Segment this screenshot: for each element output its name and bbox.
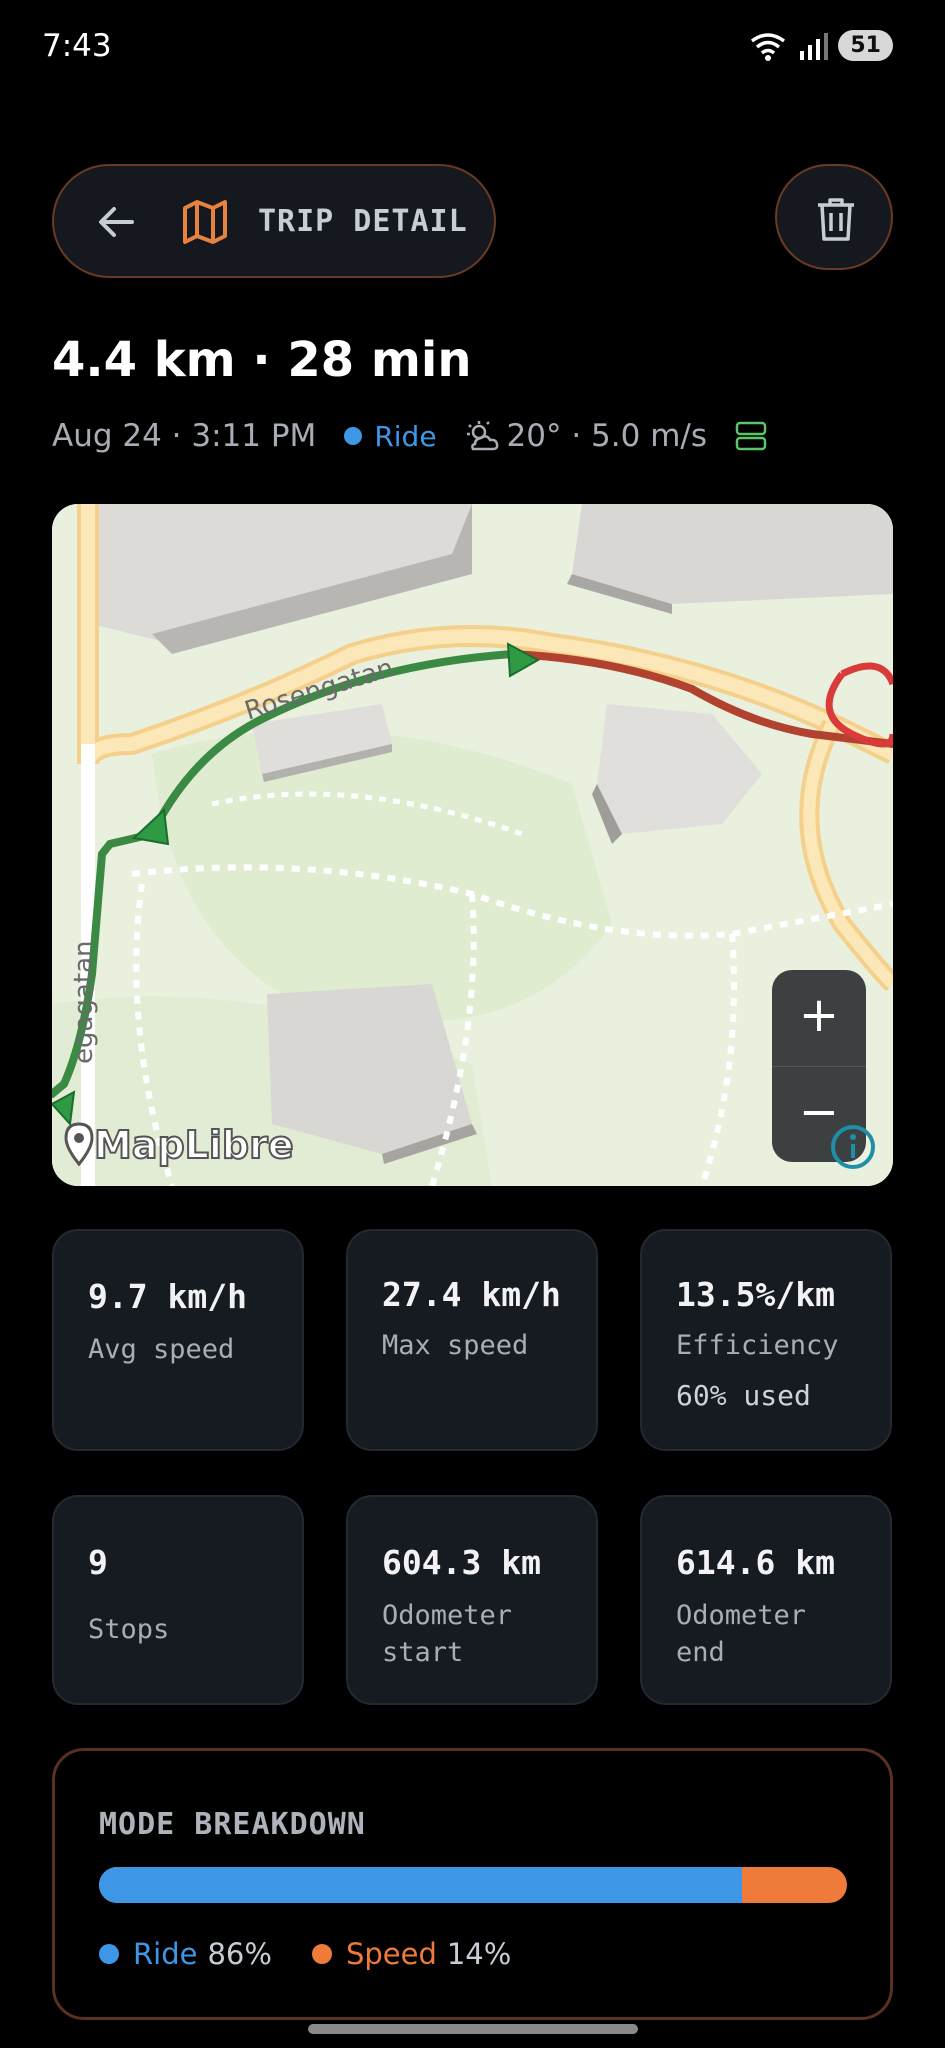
trip-date-time: Aug 24 · 3:11 PM xyxy=(52,418,317,454)
delete-trip-button[interactable] xyxy=(775,164,893,270)
stat-value: 9 xyxy=(88,1543,108,1582)
ride-legend-label: Ride xyxy=(133,1937,198,1971)
stat-card-avg-speed: 9.7 km/h Avg speed xyxy=(52,1229,304,1451)
battery-indicator: 51 xyxy=(838,30,893,61)
stat-card-stops: 9 Stops xyxy=(52,1495,304,1705)
stat-card-odometer-end: 614.6 km Odometer end xyxy=(640,1495,892,1705)
ride-mode-dot xyxy=(344,427,363,445)
stat-card-odometer-start: 604.3 km Odometer start xyxy=(346,1495,598,1705)
mode-breakdown-bar xyxy=(99,1867,847,1903)
stat-value: 614.6 km xyxy=(676,1543,835,1582)
stat-value: 9.7 km/h xyxy=(88,1277,247,1316)
trip-mode-label: Ride xyxy=(374,419,437,453)
arrow-left-icon[interactable] xyxy=(94,200,138,244)
speed-legend-pct: 14% xyxy=(446,1937,512,1971)
stat-label: Odometer start xyxy=(382,1600,513,1668)
zoom-in-button[interactable]: + xyxy=(772,970,866,1064)
home-indicator[interactable] xyxy=(308,2024,638,2034)
mode-breakdown-card: MODE BREAKDOWN Ride 86% Speed 14% xyxy=(52,1748,893,2020)
stat-label: Stops xyxy=(88,1614,170,1645)
stat-value: 604.3 km xyxy=(382,1543,541,1582)
ride-legend-dot xyxy=(99,1944,119,1964)
stat-label: Odometer end xyxy=(676,1600,807,1668)
status-time: 7:43 xyxy=(42,28,112,64)
page-title: TRIP DETAIL xyxy=(258,204,468,239)
speed-legend-dot xyxy=(311,1944,332,1964)
signal-icon xyxy=(800,32,829,60)
stat-value: 27.4 km/h xyxy=(382,1275,561,1314)
maplibre-attribution: MapLibre xyxy=(93,1122,295,1168)
status-bar: 7:43 51 xyxy=(0,0,945,95)
trip-map[interactable]: Rosengatan egagatan + − MapLibre xyxy=(52,504,893,1186)
wifi-icon xyxy=(751,32,786,61)
street-label-egagatan: egagatan xyxy=(69,941,99,1064)
maplibre-logo: MapLibre xyxy=(64,1122,295,1168)
mode-breakdown-title: MODE BREAKDOWN xyxy=(99,1807,366,1842)
stat-card-efficiency: 13.5%/km Efficiency 60% used xyxy=(640,1229,892,1451)
weather-text: 20° · 5.0 m/s xyxy=(506,418,708,454)
partly-cloudy-icon xyxy=(466,421,498,451)
trip-detail-header: TRIP DETAIL xyxy=(52,164,496,278)
trip-summary-title: 4.4 km · 28 min xyxy=(52,332,472,388)
location-pin-icon xyxy=(64,1122,94,1167)
status-icons: 51 xyxy=(748,30,893,61)
stat-label: Efficiency xyxy=(676,1330,839,1361)
map-canvas: Rosengatan egagatan xyxy=(52,504,893,1186)
trip-meta-row: Aug 24 · 3:11 PM Ride 20° · 5.0 m/s xyxy=(52,418,767,454)
stat-value: 13.5%/km xyxy=(676,1275,835,1314)
map-icon xyxy=(183,200,227,244)
stat-card-max-speed: 27.4 km/h Max speed xyxy=(346,1229,598,1451)
speed-legend-label: Speed xyxy=(345,1937,437,1971)
stat-sub: 60% used xyxy=(676,1379,811,1412)
mode-bar-ride-segment xyxy=(99,1867,743,1903)
ride-legend-pct: 86% xyxy=(207,1937,272,1971)
storage-icon[interactable] xyxy=(735,420,767,452)
trash-icon xyxy=(818,198,854,241)
mode-legend: Ride 86% Speed 14% xyxy=(99,1937,511,1971)
info-icon[interactable] xyxy=(830,1124,876,1170)
stat-label: Avg speed xyxy=(88,1334,235,1365)
stat-label: Max speed xyxy=(382,1330,529,1361)
